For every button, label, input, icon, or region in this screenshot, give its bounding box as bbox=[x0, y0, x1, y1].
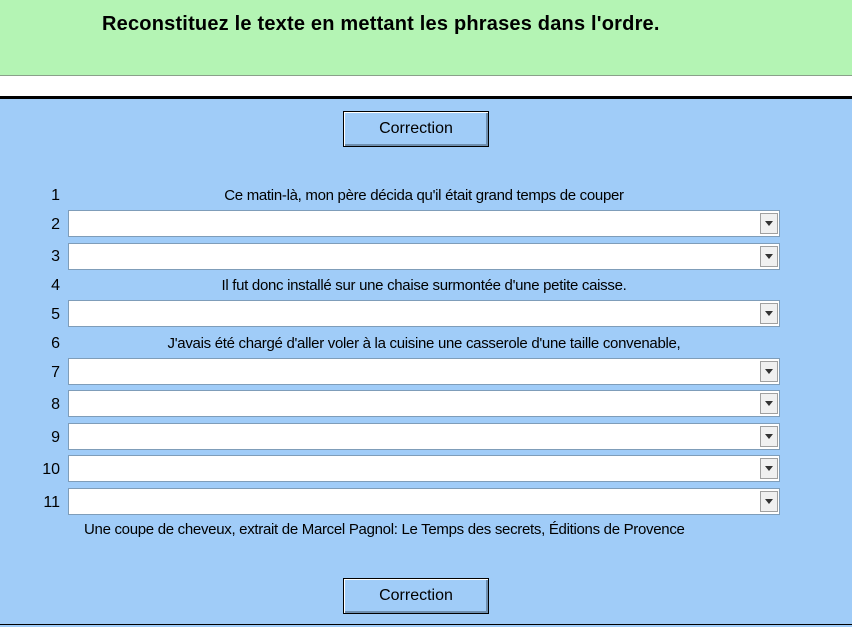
correction-button-bottom[interactable]: Correction bbox=[343, 578, 489, 614]
chevron-down-icon[interactable] bbox=[760, 393, 778, 414]
sentence-select-10[interactable] bbox=[68, 455, 780, 482]
chevron-down-icon[interactable] bbox=[760, 361, 778, 382]
chevron-down-icon[interactable] bbox=[760, 491, 778, 512]
fixed-sentence: Il fut donc installé sur une chaise surm… bbox=[221, 277, 627, 294]
row-number: 5 bbox=[51, 306, 60, 323]
sentence-select-3[interactable] bbox=[68, 243, 780, 270]
chevron-down-icon[interactable] bbox=[760, 246, 778, 267]
sentence-select-2[interactable] bbox=[68, 210, 780, 237]
row-number: 2 bbox=[51, 216, 60, 233]
header-separator-band bbox=[0, 76, 852, 96]
row-number: 3 bbox=[51, 248, 60, 265]
chevron-down-icon[interactable] bbox=[760, 458, 778, 479]
row-number: 4 bbox=[51, 277, 60, 294]
row-number: 10 bbox=[42, 461, 60, 478]
row-number: 1 bbox=[51, 187, 60, 204]
chevron-down-icon[interactable] bbox=[760, 426, 778, 447]
chevron-down-icon[interactable] bbox=[760, 213, 778, 234]
sentence-select-5[interactable] bbox=[68, 300, 780, 327]
chevron-down-icon[interactable] bbox=[760, 303, 778, 324]
row-number: 6 bbox=[51, 335, 60, 352]
source-citation: Une coupe de cheveux, extrait de Marcel … bbox=[84, 521, 685, 538]
fixed-sentence: Ce matin-là, mon père décida qu'il était… bbox=[224, 187, 624, 204]
bottom-divider bbox=[0, 624, 852, 625]
sentence-select-8[interactable] bbox=[68, 390, 780, 417]
double-divider bbox=[0, 96, 852, 99]
sentence-select-9[interactable] bbox=[68, 423, 780, 450]
fixed-sentence: J'avais été chargé d'aller voler à la cu… bbox=[167, 335, 681, 352]
sentence-select-11[interactable] bbox=[68, 488, 780, 515]
row-number: 11 bbox=[43, 494, 60, 511]
row-number: 7 bbox=[51, 364, 60, 381]
page-title: Reconstituez le texte en mettant les phr… bbox=[102, 13, 660, 35]
instruction-header: Reconstituez le texte en mettant les phr… bbox=[0, 0, 852, 76]
sentence-select-7[interactable] bbox=[68, 358, 780, 385]
row-number: 9 bbox=[51, 429, 60, 446]
correction-button-top[interactable]: Correction bbox=[343, 111, 489, 147]
row-number: 8 bbox=[51, 396, 60, 413]
